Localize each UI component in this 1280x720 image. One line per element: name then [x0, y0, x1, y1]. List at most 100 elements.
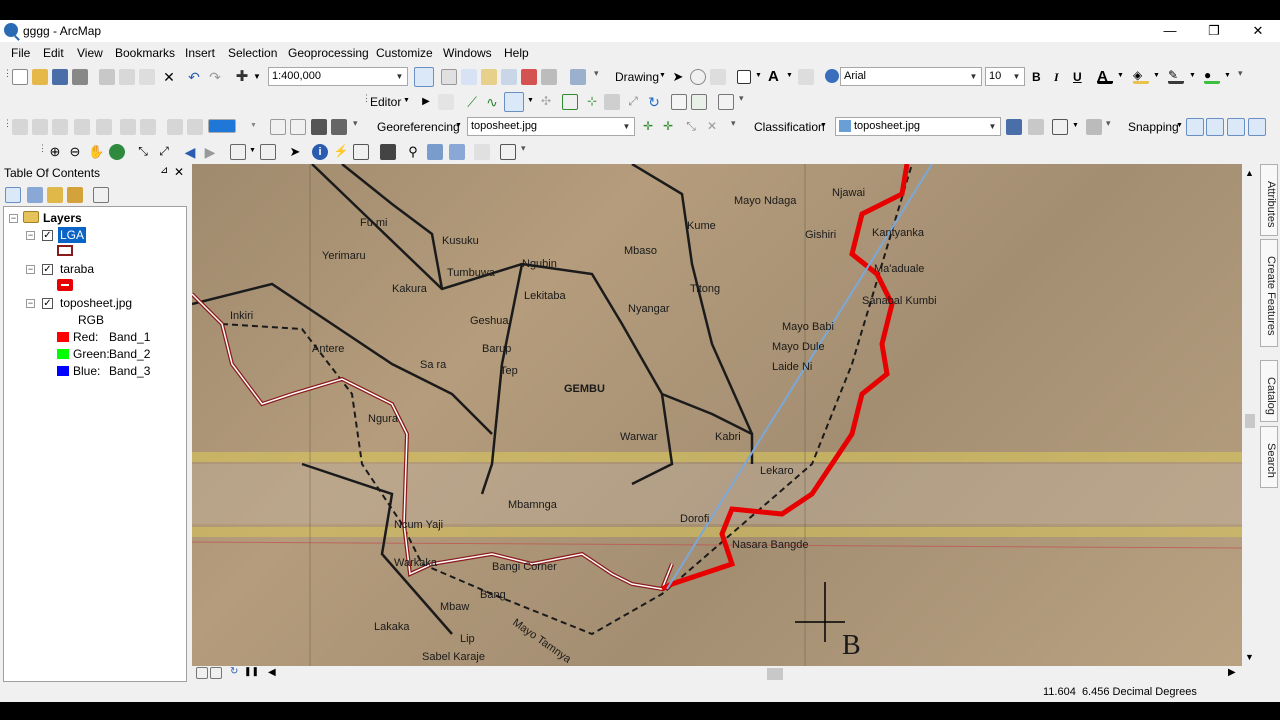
reshape-icon[interactable]: ✣: [538, 94, 554, 110]
cut-polygons-icon[interactable]: [562, 94, 578, 110]
image-tool-icon[interactable]: [140, 119, 156, 135]
pan-icon[interactable]: ✋: [88, 144, 104, 160]
shift-raster-icon[interactable]: ✕: [704, 119, 720, 135]
delete-icon[interactable]: ✕: [161, 69, 177, 85]
toolbar-grip[interactable]: ⋮: [3, 119, 12, 134]
layout-icon[interactable]: [270, 119, 286, 135]
menu-geoprocessing[interactable]: Geoprocessing: [288, 46, 369, 60]
vertex-snapping-icon[interactable]: [1227, 118, 1245, 136]
draw-dropdown-icon[interactable]: ▼: [1072, 122, 1079, 129]
font-color-dropdown-icon[interactable]: ▼: [1117, 72, 1124, 79]
edit-annotation-icon[interactable]: [438, 94, 454, 110]
add-data-dropdown-icon[interactable]: ▼: [253, 72, 261, 81]
toolbar-grip[interactable]: ⋮: [3, 69, 12, 84]
classification-layer-combo[interactable]: toposheet.jpg ▼: [835, 117, 1001, 136]
toolbar-grip[interactable]: ▾: [731, 119, 737, 134]
rotate-tool-icon[interactable]: [604, 94, 620, 110]
editor-menu[interactable]: Editor: [370, 95, 401, 109]
fixed-zoom-in-icon[interactable]: ⤡: [135, 144, 151, 160]
drawing-dropdown-icon[interactable]: ▼: [659, 72, 666, 79]
collapse-icon[interactable]: −: [26, 265, 35, 274]
image-tool-icon[interactable]: [74, 119, 90, 135]
bold-button[interactable]: B: [1032, 70, 1041, 84]
hyperlink-icon[interactable]: ⚡: [333, 144, 349, 160]
snapping-dropdown-icon[interactable]: ▼: [1176, 122, 1183, 129]
georeferencing-menu[interactable]: Georeferencing: [377, 120, 460, 134]
point-snapping-icon[interactable]: [1186, 118, 1204, 136]
rotate-raster-icon[interactable]: ⤡: [683, 119, 699, 135]
rectangle-dropdown-icon[interactable]: ▼: [755, 72, 762, 79]
cut-icon[interactable]: [99, 69, 115, 85]
color-swatch-icon[interactable]: [208, 119, 236, 133]
menu-bookmarks[interactable]: Bookmarks: [115, 46, 175, 60]
sketch-window-icon[interactable]: [691, 94, 707, 110]
toolbar-grip[interactable]: ▾: [594, 69, 600, 84]
rotate-icon[interactable]: [690, 69, 706, 85]
classify-icon[interactable]: [1028, 119, 1044, 135]
toc-close-icon[interactable]: ✕: [174, 165, 184, 179]
map-canvas[interactable]: Njawai Mayo Ndaga Fu mi Kusuku Kume Gish…: [192, 164, 1242, 666]
layer-toposheet[interactable]: toposheet.jpg: [60, 296, 132, 310]
clear-selection-icon[interactable]: [260, 144, 276, 160]
find-icon[interactable]: ⚲: [405, 144, 421, 160]
toolbar-grip[interactable]: ▾: [1106, 119, 1112, 134]
find-route-icon[interactable]: [427, 144, 443, 160]
list-by-selection-icon[interactable]: [67, 187, 83, 203]
html-popup-icon[interactable]: [353, 144, 369, 160]
text-tool-icon[interactable]: A: [768, 68, 784, 85]
pause-drawing-icon[interactable]: ❚❚: [244, 666, 259, 680]
underline-button[interactable]: U: [1073, 70, 1082, 84]
forward-extent-icon[interactable]: ▶: [202, 144, 218, 160]
edit-vertices-active-icon[interactable]: [504, 92, 524, 112]
draw-polygon-icon[interactable]: [1052, 119, 1068, 135]
georeference-layer-combo[interactable]: toposheet.jpg ▼: [467, 117, 635, 136]
drawing-menu[interactable]: Drawing: [615, 70, 659, 84]
menu-view[interactable]: View: [77, 46, 103, 60]
menu-insert[interactable]: Insert: [185, 46, 215, 60]
menu-file[interactable]: File: [11, 46, 30, 60]
lga-symbol[interactable]: [57, 245, 73, 256]
control-points-icon[interactable]: ✛: [660, 119, 676, 135]
collapse-icon[interactable]: −: [9, 214, 18, 223]
fixed-zoom-out-icon[interactable]: ⤢: [156, 144, 172, 160]
add-data-icon[interactable]: ✚: [234, 69, 250, 85]
add-control-points-icon[interactable]: ✛: [640, 119, 656, 135]
layer-lga[interactable]: LGA: [58, 227, 87, 243]
classification-dropdown-icon[interactable]: ▼: [820, 122, 827, 129]
collapse-icon[interactable]: −: [26, 299, 35, 308]
go-to-xy-icon[interactable]: [449, 144, 465, 160]
layer-taraba[interactable]: taraba: [60, 262, 94, 276]
image-tool-icon[interactable]: [32, 119, 48, 135]
edit-tool-icon[interactable]: ▶: [418, 94, 434, 110]
straight-segment-icon[interactable]: ⟋: [464, 94, 480, 110]
italic-button[interactable]: I: [1054, 70, 1059, 85]
line-color-dropdown-icon[interactable]: ▼: [1189, 72, 1196, 79]
close-button[interactable]: ✕: [1236, 20, 1280, 42]
save-icon[interactable]: [52, 69, 68, 85]
line-color-icon[interactable]: ✎: [1168, 68, 1184, 84]
refresh-icon[interactable]: ↻: [230, 666, 242, 680]
list-by-visibility-icon[interactable]: [47, 187, 63, 203]
paste-icon[interactable]: [139, 69, 155, 85]
scroll-left-icon[interactable]: ◀: [268, 667, 276, 678]
print-preview-icon[interactable]: [331, 119, 347, 135]
editor-dropdown-icon[interactable]: ▼: [403, 97, 410, 104]
edit-vertices-icon[interactable]: [798, 69, 814, 85]
menu-windows[interactable]: Windows: [443, 46, 492, 60]
layout-icon[interactable]: [290, 119, 306, 135]
toolbar-grip[interactable]: ⋮: [362, 94, 371, 109]
select-features-icon[interactable]: [230, 144, 246, 160]
image-tool-icon[interactable]: [120, 119, 136, 135]
toolbar-grip[interactable]: ▾: [353, 119, 359, 134]
image-tool-icon[interactable]: [52, 119, 68, 135]
time-slider-icon[interactable]: [474, 144, 490, 160]
toc-window-icon[interactable]: [541, 69, 557, 85]
layer-taraba-checkbox[interactable]: ✓: [42, 264, 53, 275]
vertex-dropdown-icon[interactable]: ▼: [527, 97, 534, 104]
attributes-icon[interactable]: [671, 94, 687, 110]
scroll-right-icon[interactable]: ▶: [1228, 667, 1236, 678]
fill-color-icon[interactable]: ◈: [1133, 68, 1149, 84]
image-tool-icon[interactable]: [167, 119, 183, 135]
python-window-icon[interactable]: [501, 69, 517, 85]
attribute-transfer-icon[interactable]: ⤢: [625, 94, 641, 110]
